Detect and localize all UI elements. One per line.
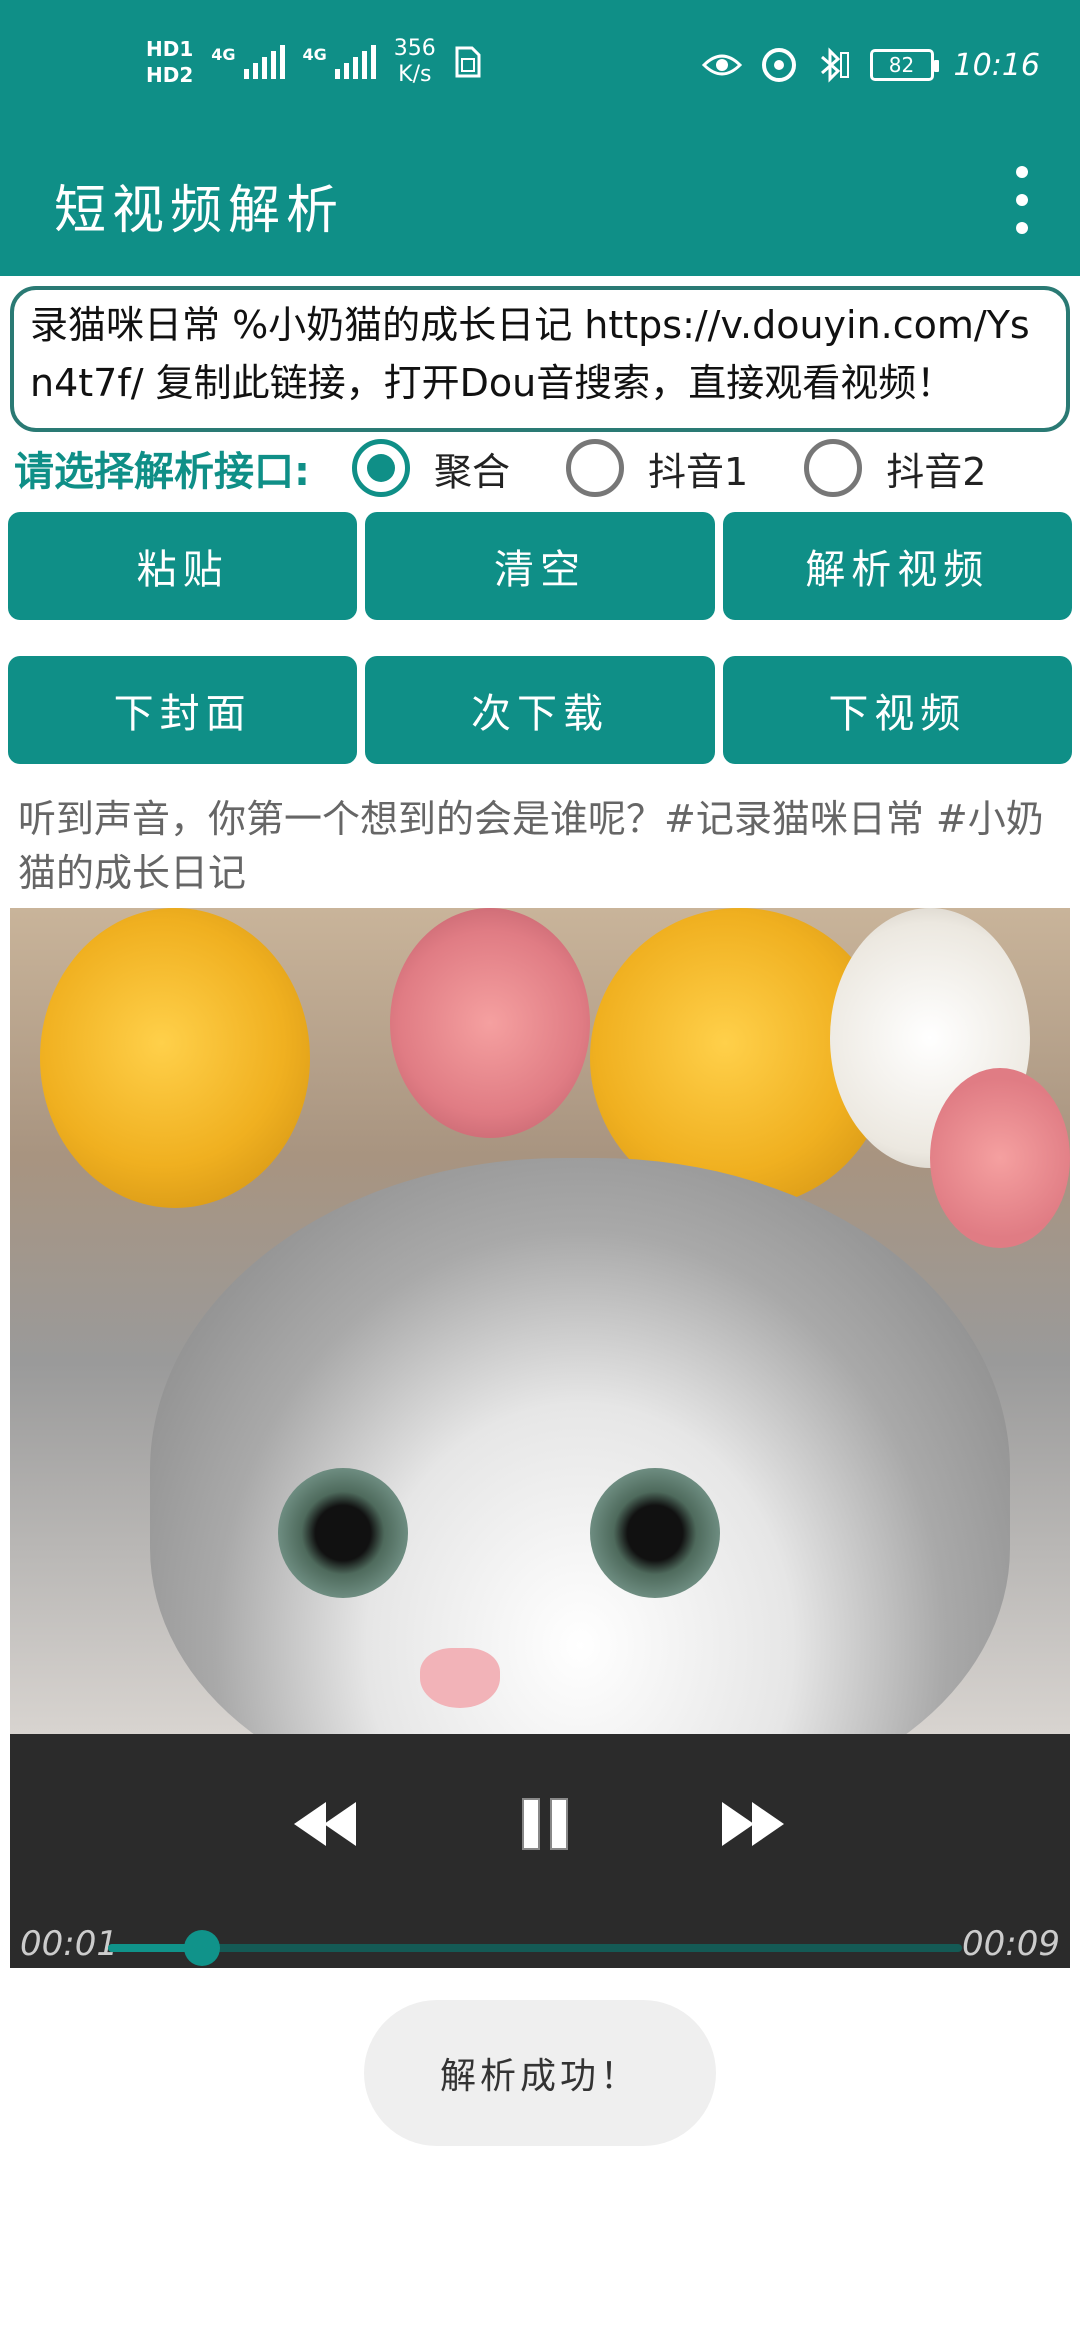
cat-eye: [278, 1468, 408, 1598]
hd1-label: HD1: [146, 37, 194, 61]
cat-eye: [590, 1468, 720, 1598]
battery-icon: 82: [869, 49, 939, 81]
radio-juhe-label: 聚合: [434, 449, 511, 494]
video-description: 听到声音，你第一个想到的会是谁呢？#记录猫咪日常 #小奶猫的成长日记: [18, 797, 1044, 895]
video-frame[interactable]: [10, 908, 1070, 1808]
radio-unchecked-icon: [804, 439, 863, 497]
duration-time: 00:09: [962, 1924, 1060, 1964]
radio-douyin2[interactable]: 抖音2: [804, 439, 986, 497]
app-title: 短视频解析: [54, 181, 345, 241]
radio-checked-icon: [352, 439, 410, 497]
more-vert-icon[interactable]: [1006, 166, 1038, 234]
interface-label: 请选择解析接口:: [14, 449, 310, 495]
current-time: 00:01: [20, 1924, 118, 1964]
net1-label: 4G: [211, 45, 236, 64]
player-controls: 00:01 00:09: [10, 1734, 1070, 1968]
rewind-icon[interactable]: [290, 1794, 362, 1854]
battery-level: 82: [888, 53, 915, 77]
cat-face: [150, 1158, 1010, 1808]
radio-douyin1[interactable]: 抖音1: [566, 439, 748, 497]
signal-icon-1: 4G: [211, 45, 285, 79]
radio-douyin2-label: 抖音2: [886, 449, 987, 494]
speed-unit: K/s: [398, 62, 432, 87]
radio-unchecked-icon: [566, 439, 625, 497]
download-cover-button[interactable]: 下封面: [8, 656, 358, 764]
seek-bar[interactable]: [108, 1930, 962, 1966]
download-video-button[interactable]: 下视频: [722, 656, 1072, 764]
pause-icon[interactable]: [504, 1794, 576, 1854]
clock: 10:16: [953, 47, 1040, 83]
yellow-flower: [40, 908, 310, 1208]
hd2-label: HD2: [146, 63, 194, 87]
bluetooth-icon: [820, 47, 849, 83]
seek-thumb[interactable]: [183, 1930, 220, 1966]
hd-indicators: HD1 HD2: [146, 39, 193, 85]
toast-message: 解析成功！: [364, 2000, 716, 2146]
paste-button[interactable]: 粘贴: [8, 512, 358, 620]
eye-icon: [701, 54, 742, 76]
app-bar: 短视频解析: [0, 124, 1080, 276]
alarm-icon: [761, 48, 796, 82]
download-button[interactable]: 次下载: [365, 656, 715, 764]
parse-video-button[interactable]: 解析视频: [722, 512, 1072, 620]
pink-flower: [930, 1068, 1070, 1248]
radio-douyin1-label: 抖音1: [648, 449, 749, 494]
cat-nose: [420, 1648, 500, 1708]
sim-card-icon: [455, 46, 481, 78]
fast-forward-icon[interactable]: [718, 1794, 790, 1854]
radio-juhe[interactable]: 聚合: [352, 439, 510, 497]
video-player[interactable]: 00:01 00:09: [10, 908, 1070, 1968]
status-bar: HD1 HD2 4G 4G 356 K/s 82 10:16: [0, 0, 1080, 124]
clear-button[interactable]: 清空: [365, 512, 715, 620]
network-speed: 356 K/s: [394, 36, 436, 88]
status-left: HD1 HD2 4G 4G 356 K/s: [146, 32, 482, 92]
status-right: 82 10:16: [701, 40, 1040, 90]
action-buttons-row-2: 下封面 次下载 下视频: [8, 656, 1072, 764]
share-link-input[interactable]: 录猫咪日常 %小奶猫的成长日记 https://v.douyin.com/Ysn…: [10, 286, 1070, 432]
interface-radio-group: 请选择解析接口: 聚合 抖音1 抖音2: [14, 434, 1074, 502]
signal-icon-2: 4G: [303, 45, 376, 79]
net2-label: 4G: [302, 45, 327, 64]
action-buttons-row-1: 粘贴 清空 解析视频: [8, 512, 1072, 620]
speed-value: 356: [393, 36, 436, 61]
pink-flower: [390, 908, 590, 1138]
